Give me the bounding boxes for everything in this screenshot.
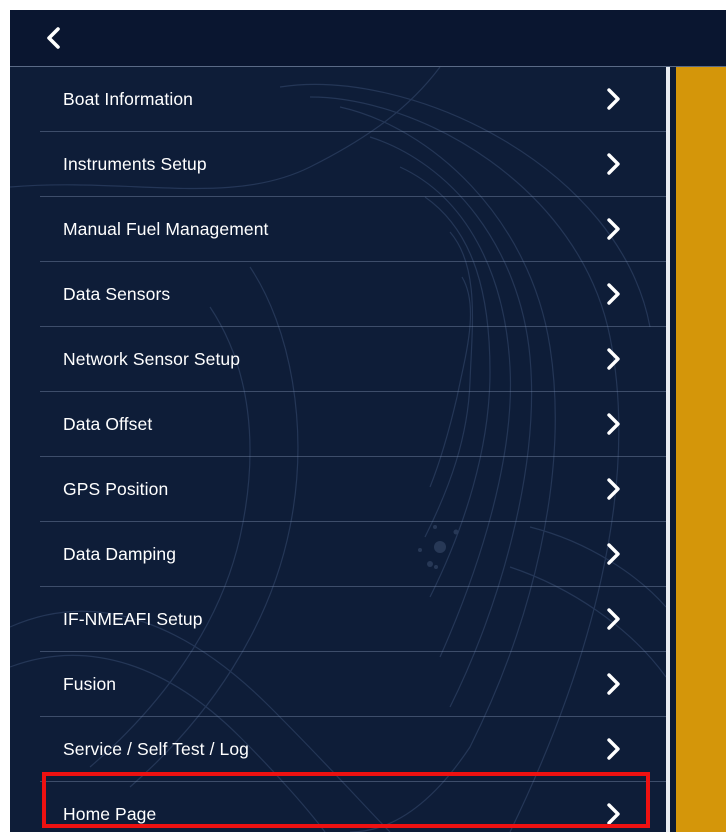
chevron-right-icon — [607, 413, 620, 435]
settings-screen: Boat Information Instruments Setup Manua… — [10, 10, 726, 832]
chevron-right-icon — [607, 218, 620, 240]
menu-item-home-page[interactable]: Home Page — [10, 782, 666, 832]
chevron-left-icon — [47, 27, 60, 49]
top-bar — [10, 10, 726, 67]
menu-item-label: Service / Self Test / Log — [63, 739, 250, 759]
menu-item-boat-information[interactable]: Boat Information — [10, 67, 666, 132]
chevron-right-icon — [607, 88, 620, 110]
menu-item-data-sensors[interactable]: Data Sensors — [10, 262, 666, 327]
menu-item-if-nmeafi-setup[interactable]: IF-NMEAFI Setup — [10, 587, 666, 652]
settings-menu-list: Boat Information Instruments Setup Manua… — [10, 67, 666, 832]
menu-item-fusion[interactable]: Fusion — [10, 652, 666, 717]
menu-item-label: Fusion — [63, 674, 117, 694]
side-panel — [676, 67, 726, 832]
menu-item-label: Manual Fuel Management — [63, 219, 269, 239]
menu-item-label: Network Sensor Setup — [63, 349, 241, 369]
chevron-right-icon — [607, 543, 620, 565]
chevron-right-icon — [607, 153, 620, 175]
menu-item-gps-position[interactable]: GPS Position — [10, 457, 666, 522]
menu-item-manual-fuel-management[interactable]: Manual Fuel Management — [10, 197, 666, 262]
settings-menu-panel: Boat Information Instruments Setup Manua… — [10, 67, 666, 832]
menu-item-label: Data Damping — [63, 544, 177, 564]
menu-item-data-offset[interactable]: Data Offset — [10, 392, 666, 457]
chevron-right-icon — [607, 283, 620, 305]
menu-item-network-sensor-setup[interactable]: Network Sensor Setup — [10, 327, 666, 392]
chevron-right-icon — [607, 673, 620, 695]
menu-item-service-self-test-log[interactable]: Service / Self Test / Log — [10, 717, 666, 782]
menu-item-label: Data Offset — [63, 414, 153, 434]
menu-item-label: Data Sensors — [63, 284, 171, 304]
menu-item-label: IF-NMEAFI Setup — [63, 609, 203, 629]
chevron-right-icon — [607, 803, 620, 825]
menu-item-label: Instruments Setup — [63, 154, 207, 174]
menu-item-label: Home Page — [63, 804, 157, 824]
chevron-right-icon — [607, 478, 620, 500]
back-button[interactable] — [32, 16, 76, 60]
chevron-right-icon — [607, 608, 620, 630]
menu-item-label: GPS Position — [63, 479, 169, 499]
menu-item-data-damping[interactable]: Data Damping — [10, 522, 666, 587]
menu-item-label: Boat Information — [63, 89, 194, 109]
menu-item-instruments-setup[interactable]: Instruments Setup — [10, 132, 666, 197]
chevron-right-icon — [607, 348, 620, 370]
chevron-right-icon — [607, 738, 620, 760]
